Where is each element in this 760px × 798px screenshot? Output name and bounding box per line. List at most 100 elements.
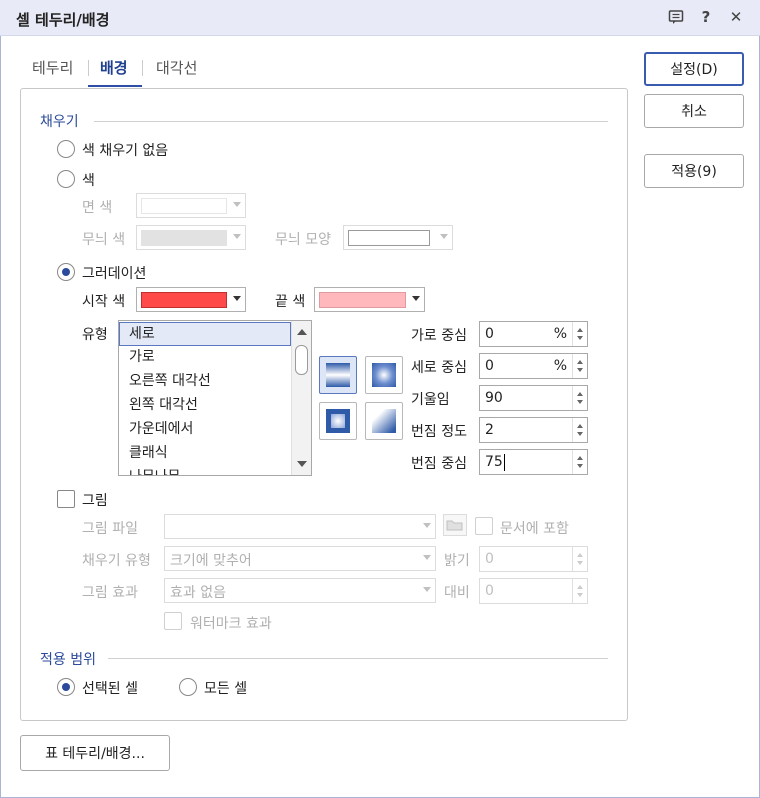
tab-separator [142,60,143,76]
all-cells-label: 모든 셀 [204,681,248,697]
spin-up-icon[interactable] [577,553,583,557]
spin-up-icon[interactable] [577,424,583,428]
close-icon[interactable]: ✕ [725,6,747,28]
tab-separator [88,60,89,76]
picture-effect-combo[interactable]: 효과 없음 [164,578,436,603]
scroll-up-icon[interactable] [297,329,307,335]
spin-up-icon[interactable] [577,328,583,332]
scroll-thumb[interactable] [295,345,308,375]
text-cursor [504,454,505,471]
fill-section-title: 채우기 [40,114,79,130]
watermark-label: 워터마크 효과 [190,616,272,632]
selected-cells-radio[interactable] [57,678,75,696]
tilt-label: 기울임 [411,392,450,408]
list-item[interactable]: 나무나무 [119,465,291,475]
picture-file-combo[interactable] [164,514,436,539]
fill-type-label: 채우기 유형 [82,553,151,569]
blur-center-label: 번짐 중심 [411,456,467,472]
start-color-label: 시작 색 [82,294,126,310]
list-item[interactable]: 가운데에서 [119,417,291,441]
picture-effect-value: 효과 없음 [170,585,226,601]
blur-degree-label: 번짐 정도 [411,424,467,440]
blur-center-value: 75 [485,454,503,470]
picture-file-label: 그림 파일 [82,521,138,537]
embed-checkbox[interactable] [475,517,493,535]
spin-down-icon[interactable] [577,561,583,565]
gradient-corner-icon [372,409,396,433]
list-scrollbar[interactable] [291,321,311,475]
cancel-button[interactable]: 취소 [644,94,744,128]
pattern-color-label: 무늬 색 [82,232,126,248]
picture-checkbox[interactable] [57,490,75,508]
brightness-spinner[interactable]: 0 [479,546,588,572]
percent-unit: % [553,326,567,342]
h-center-spinner[interactable]: 0 % [479,321,588,347]
gradient-label: 그러데이션 [82,266,147,282]
comment-icon[interactable] [665,6,687,28]
brightness-value: 0 [485,551,494,567]
tilt-value: 90 [485,390,503,406]
list-item[interactable]: 왼쪽 대각선 [119,393,291,417]
watermark-checkbox[interactable] [164,612,182,630]
folder-open-icon[interactable] [443,514,467,536]
contrast-value: 0 [485,583,494,599]
tab-background[interactable]: 배경 [100,57,128,78]
spin-down-icon[interactable] [577,336,583,340]
fill-type-combo[interactable]: 크기에 맞추어 [164,546,436,571]
gradient-corner-button[interactable] [365,402,403,440]
ok-button[interactable]: 설정(D) [644,52,744,86]
gradient-square-button[interactable] [319,402,357,440]
gradient-radial-icon [372,363,396,387]
spin-down-icon[interactable] [577,400,583,404]
blur-degree-value: 2 [485,422,494,438]
brightness-label: 밝기 [444,553,470,569]
v-center-spinner[interactable]: 0 % [479,353,588,379]
spin-up-icon[interactable] [577,360,583,364]
spin-down-icon[interactable] [577,368,583,372]
spin-down-icon[interactable] [577,593,583,597]
title-bar [0,0,760,36]
spin-up-icon[interactable] [577,456,583,460]
pattern-shape-label: 무늬 모양 [275,232,331,248]
section-divider [94,121,608,122]
spin-down-icon[interactable] [577,432,583,436]
apply-button[interactable]: 적용(9) [644,154,744,188]
gradient-vertical-icon [326,363,350,387]
v-center-label: 세로 중심 [411,360,467,376]
gradient-radio[interactable] [57,263,75,281]
active-tab-indicator [88,85,142,87]
no-fill-radio[interactable] [57,140,75,158]
list-item[interactable]: 가로 [119,345,291,369]
table-border-background-button[interactable]: 표 테두리/배경... [20,735,170,771]
blur-center-spinner[interactable]: 75 [479,449,588,475]
contrast-spinner[interactable]: 0 [479,578,588,604]
help-icon[interactable]: ? [695,6,717,28]
gradient-vertical-button[interactable] [319,356,357,394]
all-cells-radio[interactable] [179,678,197,696]
tab-diagonal[interactable]: 대각선 [156,57,197,78]
spin-up-icon[interactable] [577,585,583,589]
scope-section-title: 적용 범위 [40,652,96,668]
list-item[interactable]: 세로 [119,322,291,346]
type-label: 유형 [82,327,108,343]
list-item[interactable]: 오른쪽 대각선 [119,369,291,393]
color-fill-radio[interactable] [57,170,75,188]
gradient-radial-button[interactable] [365,356,403,394]
blur-degree-spinner[interactable]: 2 [479,417,588,443]
end-color-label: 끝 색 [275,294,306,310]
no-fill-label: 색 채우기 없음 [82,143,169,159]
end-color-picker[interactable] [314,287,425,312]
color-fill-label: 색 [82,173,95,189]
face-color-picker[interactable] [136,193,246,218]
h-center-label: 가로 중심 [411,328,467,344]
tilt-spinner[interactable]: 90 [479,385,588,411]
tab-border[interactable]: 테두리 [32,57,73,78]
spin-up-icon[interactable] [577,392,583,396]
spin-down-icon[interactable] [577,464,583,468]
scroll-down-icon[interactable] [297,461,307,467]
list-item[interactable]: 클래식 [119,441,291,465]
start-color-picker[interactable] [136,287,246,312]
pattern-color-picker[interactable] [136,225,246,250]
gradient-type-list[interactable]: 세로 가로 오른쪽 대각선 왼쪽 대각선 가운데에서 클래식 나무나무 [118,320,312,476]
pattern-shape-picker[interactable] [343,225,453,250]
